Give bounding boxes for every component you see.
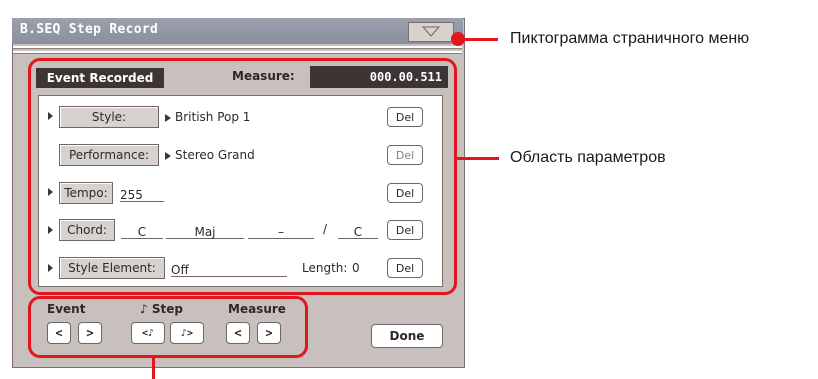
leader-line [464,38,498,41]
param-area-annotation: Область параметров [510,149,666,166]
leader-line [152,358,155,379]
window-title: B.SEQ Step Record [20,22,159,37]
parameter-area-highlight [28,58,457,295]
done-button[interactable]: Done [371,324,443,348]
title-divider [13,46,462,49]
chevron-down-icon [422,26,440,37]
title-divider [13,51,462,54]
navigation-highlight [28,296,308,358]
page-menu-button[interactable] [408,22,454,42]
menu-icon-annotation: Пиктограмма страничного меню [510,30,750,47]
menu-icon-marker [451,32,465,46]
leader-line [457,157,499,160]
